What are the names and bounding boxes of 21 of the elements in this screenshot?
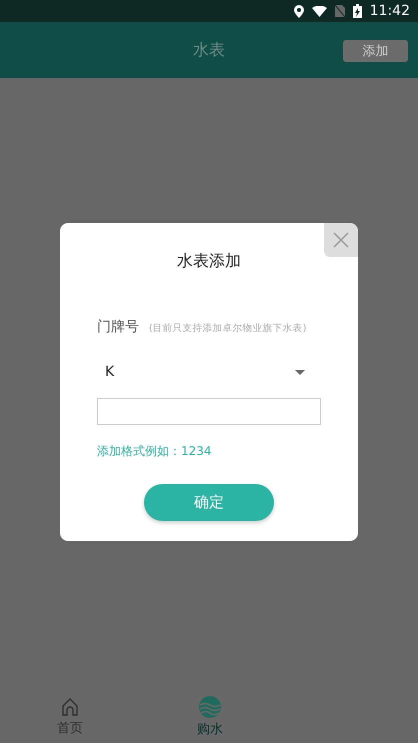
confirm-button[interactable]: 确定: [144, 484, 274, 521]
location-icon: [294, 4, 304, 18]
close-icon: [333, 232, 349, 248]
dropdown-icon: [295, 370, 305, 374]
nav-tab[interactable]: 首页: [0, 690, 140, 743]
battery-icon: [352, 4, 362, 18]
status-time: 11:42: [370, 3, 410, 19]
wifi-icon: [312, 6, 327, 16]
no-sim-icon: [334, 5, 345, 17]
page-title: 水表: [193, 40, 225, 60]
add-button[interactable]: 添加: [343, 40, 408, 62]
input-field[interactable]: [97, 398, 321, 425]
building-select[interactable]: K: [97, 360, 321, 384]
waves-icon: [199, 696, 221, 718]
home-icon: [60, 696, 80, 716]
close-button[interactable]: [324, 223, 358, 257]
nav-tab[interactable]: 购水: [140, 690, 280, 743]
format-hint: 添加格式例如：1234: [97, 443, 213, 460]
field-note: (目前只支持添加卓尔物业旗下水表): [149, 322, 306, 335]
dialog-title: 水表添加: [176, 251, 242, 272]
field-label: 门牌号: [97, 318, 139, 336]
